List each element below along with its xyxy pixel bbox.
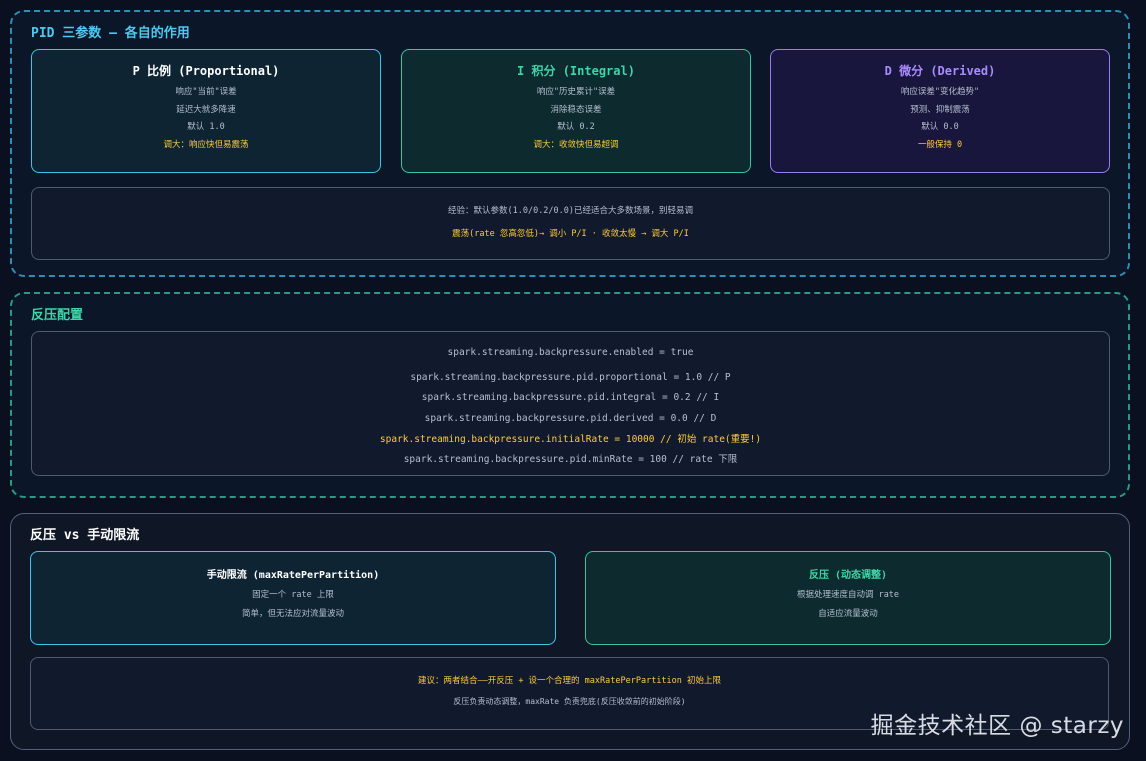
- i-card: I 积分 (Integral) 响应"历史累计"误差 消除稳态误差 默认 0.2…: [401, 49, 751, 173]
- p-card: P 比例 (Proportional) 响应"当前"误差 延迟大就多降速 默认 …: [31, 49, 381, 173]
- d-card-line: 默认 0.0: [921, 122, 959, 132]
- manual-limit-card: 手动限流 (maxRatePerPartition) 固定一个 rate 上限 …: [30, 551, 556, 645]
- config-line: spark.streaming.backpressure.pid.minRate…: [403, 454, 738, 465]
- manual-limit-line: 简单，但无法应对流量波动: [241, 608, 344, 619]
- d-card: D 微分 (Derived) 响应误差"变化趋势" 预测、抑制震荡 默认 0.0…: [770, 49, 1110, 173]
- p-card-line: 延迟大就多降速: [176, 104, 236, 115]
- pid-note-line: 经验：默认参数(1.0/0.2/0.0)已经适合大多数场景，别轻易调: [447, 206, 694, 216]
- config-line-highlight: spark.streaming.backpressure.initialRate…: [379, 434, 762, 445]
- pid-section: PID 三参数 — 各自的作用 P 比例 (Proportional) 响应"当…: [10, 10, 1130, 277]
- backpressure-title: 反压 (动态调整): [808, 570, 888, 581]
- p-card-line: 默认 1.0: [187, 122, 225, 132]
- d-card-title: D 微分 (Derived): [884, 64, 996, 78]
- config-line: spark.streaming.backpressure.pid.proport…: [410, 372, 731, 383]
- recommendation-highlight: 建议：两者结合——开反压 + 设一个合理的 maxRatePerPartitio…: [417, 676, 722, 686]
- p-card-highlight: 调大：响应快但易震荡: [163, 139, 249, 150]
- i-card-line: 响应"历史累计"误差: [536, 87, 616, 97]
- config-line: spark.streaming.backpressure.pid.integra…: [421, 392, 720, 403]
- config-section: 反压配置 spark.streaming.backpressure.enable…: [10, 292, 1130, 498]
- p-card-title: P 比例 (Proportional): [132, 64, 280, 78]
- config-code-block: spark.streaming.backpressure.enabled = t…: [31, 331, 1110, 476]
- pid-section-title: PID 三参数 — 各自的作用: [31, 26, 190, 41]
- i-card-title: I 积分 (Integral): [517, 64, 635, 78]
- config-line: spark.streaming.backpressure.pid.derived…: [424, 413, 717, 424]
- manual-limit-title: 手动限流 (maxRatePerPartition): [206, 570, 380, 581]
- p-card-line: 响应"当前"误差: [175, 87, 237, 97]
- i-card-line: 消除稳态误差: [550, 104, 602, 115]
- compare-section-title: 反压 vs 手动限流: [30, 528, 140, 543]
- config-line: spark.streaming.backpressure.enabled = t…: [447, 347, 694, 358]
- d-card-highlight: 一般保持 0: [917, 139, 963, 150]
- d-card-line: 响应误差"变化趋势": [900, 87, 980, 97]
- backpressure-line: 自适应流量波动: [818, 608, 878, 619]
- config-section-title: 反压配置: [31, 308, 84, 323]
- backpressure-line: 根据处理速度自动调 rate: [796, 590, 900, 600]
- i-card-highlight: 调大：收敛快但易超调: [533, 139, 619, 150]
- manual-limit-line: 固定一个 rate 上限: [252, 590, 334, 600]
- backpressure-card: 反压 (动态调整) 根据处理速度自动调 rate 自适应流量波动: [585, 551, 1111, 645]
- watermark: 掘金技术社区 @ starzy: [870, 713, 1124, 739]
- pid-note-highlight: 震荡(rate 忽高忽低)→ 调小 P/I · 收敛太慢 → 调大 P/I: [452, 229, 689, 239]
- i-card-line: 默认 0.2: [557, 122, 595, 132]
- pid-tuning-note: 经验：默认参数(1.0/0.2/0.0)已经适合大多数场景，别轻易调 震荡(ra…: [31, 187, 1110, 260]
- d-card-line: 预测、抑制震荡: [910, 104, 970, 115]
